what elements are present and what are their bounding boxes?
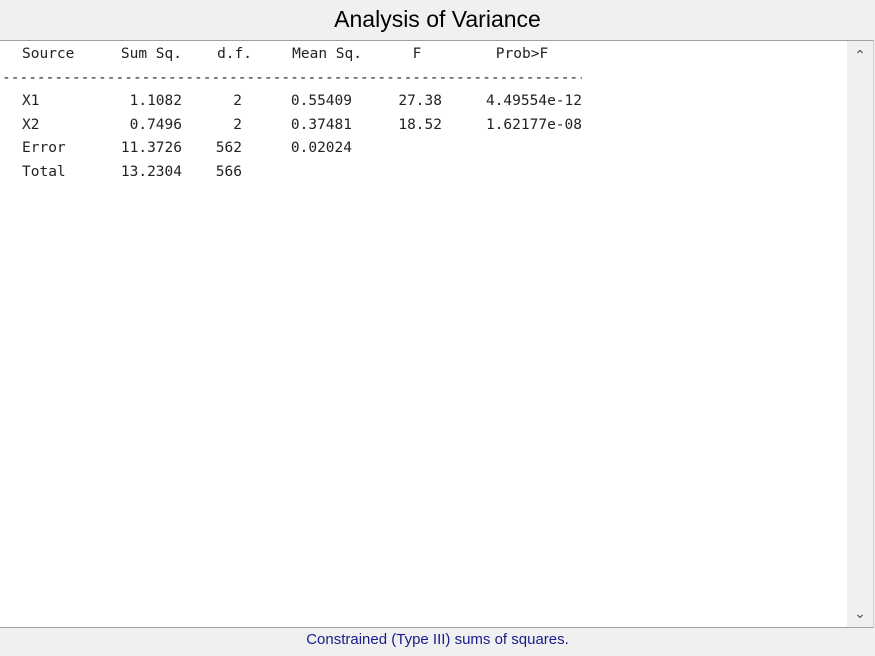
row-sum-sq: 1.1082 [129, 93, 182, 109]
row-prob-f: 1.62177e-08 [485, 116, 582, 133]
header-mean-sq: Mean Sq. [292, 46, 362, 62]
row-sum-sq: 11.3726 [120, 140, 182, 156]
row-df: 2 [233, 93, 242, 109]
table-row: Error 11.3726 562 0.02024 [2, 137, 842, 161]
table-row: X1 1.1082 2 0.55409 27.38 4.49554e-12 [2, 90, 842, 114]
header-f: F [412, 46, 422, 62]
row-mean-sq: 0.02024 [290, 140, 352, 156]
header-prob-f: Prob>F [495, 46, 549, 62]
header-df: d.f. [217, 46, 252, 62]
row-sum-sq: 0.7496 [129, 116, 182, 133]
row-mean-sq: 0.55409 [290, 93, 352, 109]
row-source: X2 [22, 116, 40, 133]
scroll-down-icon[interactable]: ⌄ [847, 601, 873, 627]
scroll-up-icon[interactable]: ⌃ [847, 43, 873, 69]
row-source: X1 [22, 93, 40, 109]
row-prob-f: 4.49554e-12 [485, 93, 582, 109]
anova-window: Analysis of Variance Source Sum Sq. d.f.… [0, 0, 875, 656]
table-row: X2 0.7496 2 0.37481 18.52 1.62177e-08 [2, 114, 842, 138]
row-df: 562 [215, 140, 242, 156]
row-df: 566 [215, 163, 242, 180]
row-df: 2 [233, 116, 242, 133]
vertical-scrollbar[interactable]: ⌃ ⌄ [847, 41, 873, 627]
row-f: 18.52 [398, 116, 442, 133]
window-title: Analysis of Variance [334, 6, 541, 32]
header-row: Source Sum Sq. d.f. Mean Sq. F Prob>F [2, 43, 842, 67]
row-source: Total [22, 163, 66, 180]
row-source: Error [22, 140, 66, 156]
row-sum-sq: 13.2304 [120, 163, 182, 180]
row-f: 27.38 [398, 93, 442, 109]
header-source: Source [22, 46, 75, 62]
table-row: Total 13.2304 566 [2, 161, 842, 185]
row-mean-sq: 0.37481 [290, 116, 352, 133]
anova-table-panel[interactable]: Source Sum Sq. d.f. Mean Sq. F Prob>F --… [0, 40, 874, 628]
header-sum-sq: Sum Sq. [120, 46, 182, 62]
anova-table: Source Sum Sq. d.f. Mean Sq. F Prob>F --… [2, 43, 842, 184]
sums-of-squares-note: Constrained (Type III) sums of squares. [306, 631, 569, 648]
